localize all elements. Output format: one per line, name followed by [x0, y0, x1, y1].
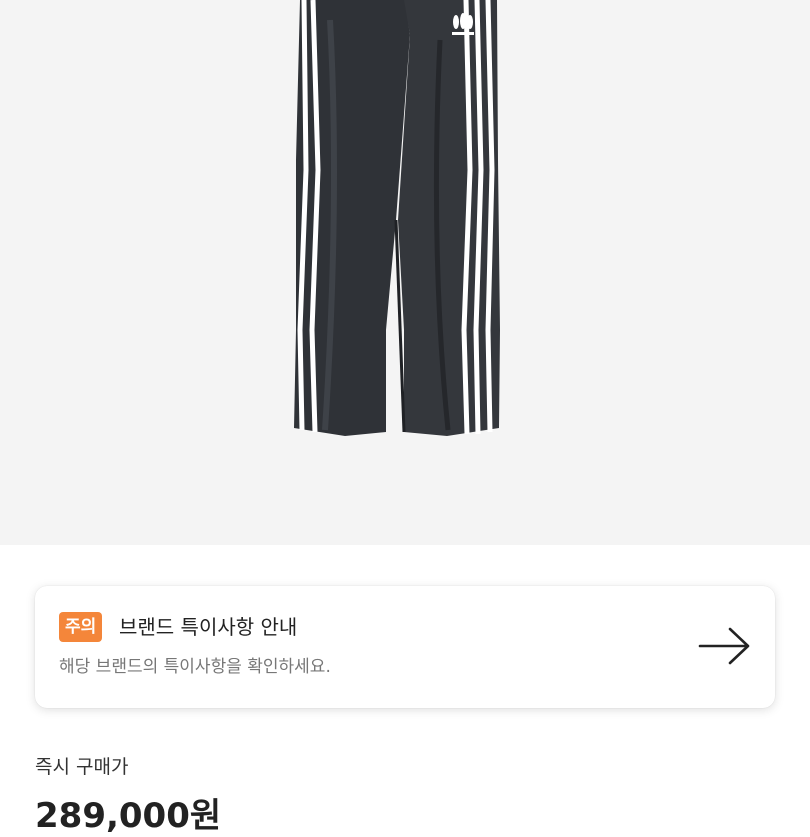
arrow-right-icon [698, 627, 750, 665]
notice-title: 브랜드 특이사항 안내 [119, 615, 298, 639]
notice-arrow-button[interactable] [697, 623, 753, 669]
product-image-area[interactable] [0, 0, 810, 545]
caution-badge: 주의 [59, 612, 103, 642]
brand-notice-card[interactable]: 주의 브랜드 특이사항 안내 해당 브랜드의 특이사항을 확인하세요. [35, 586, 775, 708]
instant-buy-price-label: 즉시 구매가 [35, 756, 129, 778]
instant-buy-price: 289,000원 [35, 796, 222, 836]
product-image [294, 0, 500, 436]
notice-description: 해당 브랜드의 특이사항을 확인하세요. [59, 657, 331, 677]
